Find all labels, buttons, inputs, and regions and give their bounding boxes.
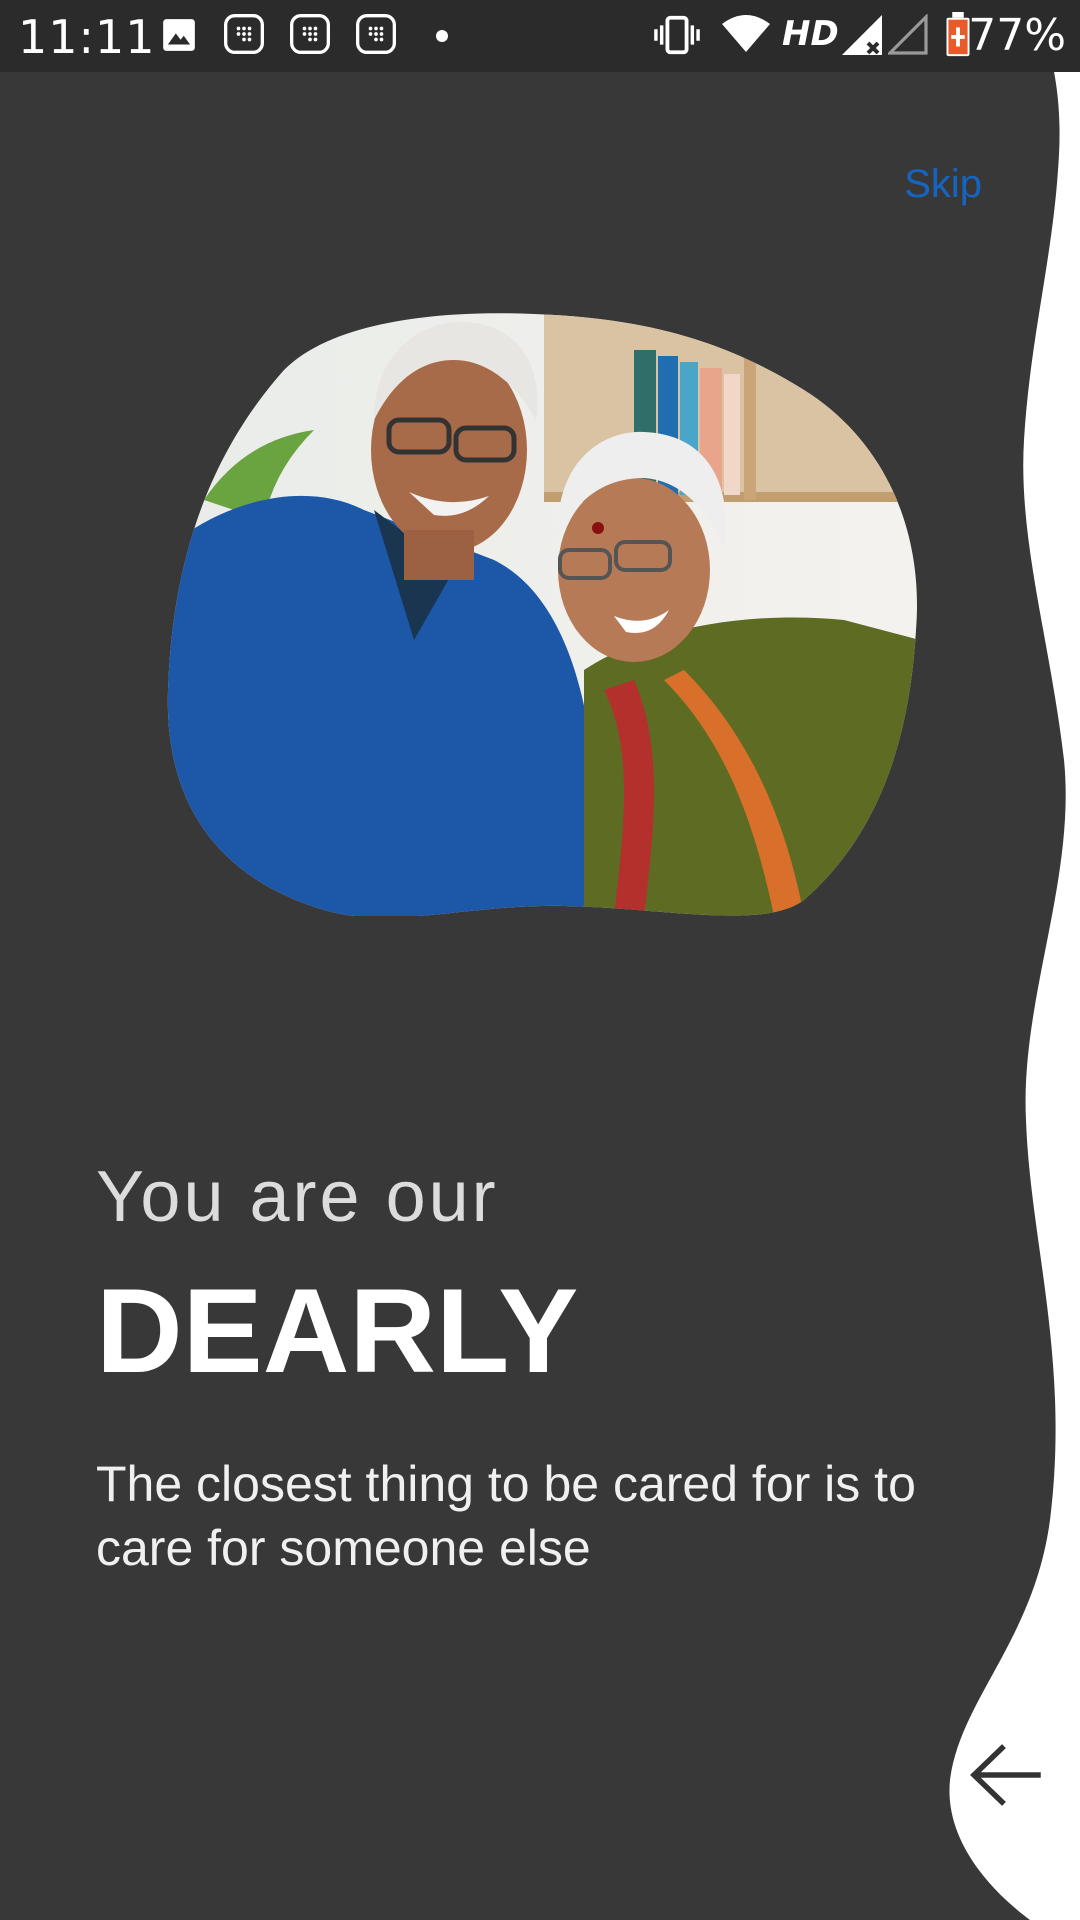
arrow-left-icon[interactable]: [966, 1740, 1046, 1810]
status-time: 11:11: [18, 10, 156, 64]
subtitle: The closest thing to be cared for is to …: [96, 1456, 916, 1576]
wifi-icon: [722, 15, 770, 52]
headline-big: DEARLY: [96, 1264, 579, 1398]
network-type: HD: [782, 14, 839, 54]
app-icon: [290, 14, 330, 54]
skip-button[interactable]: Skip: [904, 162, 982, 207]
hero-photo: [167, 313, 918, 916]
signal-icon: [842, 15, 882, 55]
onboarding-screen: 11:11 HD 77% Skip You are our DEARLY The…: [0, 0, 1080, 1920]
dot-icon: [436, 30, 448, 42]
app-icon: [224, 14, 264, 54]
image-icon: [163, 19, 195, 51]
vibrate-icon: [654, 15, 700, 55]
wave-decoration: [949, 0, 1080, 1920]
battery-level: 77%: [968, 10, 1066, 61]
signal-empty-icon: [888, 14, 928, 55]
headline-small: You are our: [96, 1157, 499, 1237]
app-icon: [356, 14, 396, 54]
status-bar: 11:11 HD 77%: [0, 0, 1080, 72]
